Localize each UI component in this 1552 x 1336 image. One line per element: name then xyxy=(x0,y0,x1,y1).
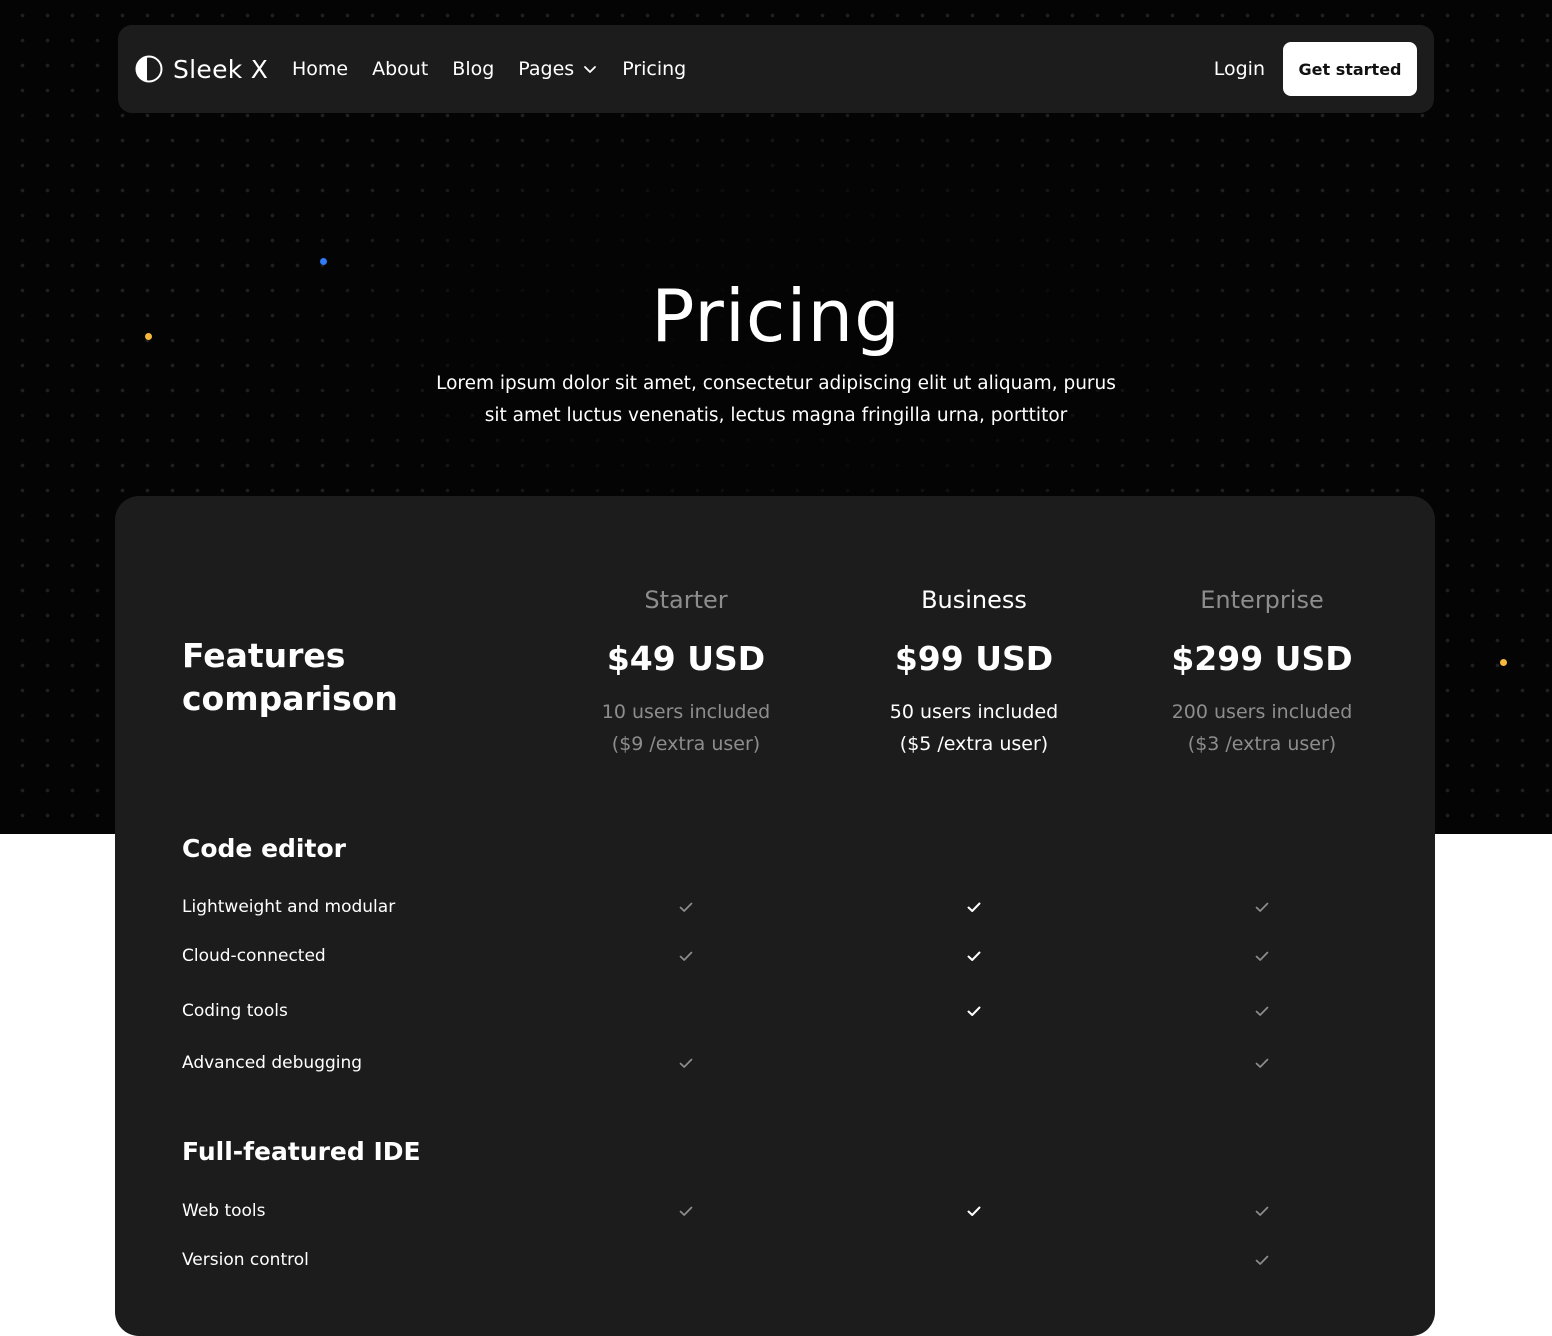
nav-link-pricing[interactable]: Pricing xyxy=(622,58,686,80)
feature-label: Version control xyxy=(182,1250,309,1270)
check-icon xyxy=(1255,1206,1269,1216)
plan-users-included: 200 users included xyxy=(1171,701,1353,723)
check-icon xyxy=(967,902,981,912)
section-title-full-featured-ide: Full-featured IDE xyxy=(182,1137,421,1166)
plan-column-enterprise: Enterprise $299 USD 200 users included (… xyxy=(1122,582,1402,760)
plan-name: Starter xyxy=(644,586,728,614)
feature-label: Web tools xyxy=(182,1201,266,1221)
check-icon xyxy=(967,1206,981,1216)
nav-link-home[interactable]: Home xyxy=(292,58,348,80)
check-icon xyxy=(679,1206,693,1216)
features-comparison-heading: Features comparison xyxy=(182,636,398,718)
login-link[interactable]: Login xyxy=(1214,58,1265,80)
nav-links: Home About Blog Pages Pricing xyxy=(292,25,710,113)
brand-logo-link[interactable]: Sleek X xyxy=(135,25,268,113)
check-icon xyxy=(1255,1255,1269,1265)
plan-users-included: 50 users included xyxy=(889,701,1059,723)
plan-price: $99 USD xyxy=(894,639,1054,678)
plan-extra-user-price: ($5 /extra user) xyxy=(899,733,1049,755)
nav-link-pages-label: Pages xyxy=(518,58,575,80)
plan-price: $299 USD xyxy=(1171,639,1353,678)
feature-label: Advanced debugging xyxy=(182,1053,363,1073)
check-icon xyxy=(679,902,693,912)
check-icon xyxy=(1255,902,1269,912)
feature-label: Coding tools xyxy=(182,1001,288,1021)
check-icon xyxy=(967,951,981,961)
nav-dropdown-pages[interactable]: Pages xyxy=(518,58,598,80)
plan-column-business: Business $99 USD 50 users included ($5 /… xyxy=(834,582,1114,760)
decorative-blue-dot xyxy=(320,258,327,265)
page-subtitle: Lorem ipsum dolor sit amet, consectetur … xyxy=(436,373,1116,426)
section-title-code-editor: Code editor xyxy=(182,834,346,863)
top-navbar: Sleek X Home About Blog Pages Pricing Lo… xyxy=(118,25,1434,113)
features-comparison-card: Features comparison Starter $49 USD 10 u… xyxy=(115,496,1435,1336)
check-icon xyxy=(967,1006,981,1016)
feature-label: Cloud-connected xyxy=(182,946,326,966)
plan-column-starter: Starter $49 USD 10 users included ($9 /e… xyxy=(546,582,826,760)
feature-row: Coding tools xyxy=(115,996,1435,1026)
plan-price: $49 USD xyxy=(606,639,766,678)
check-icon xyxy=(1255,1006,1269,1016)
check-icon xyxy=(1255,951,1269,961)
check-icon xyxy=(1255,1058,1269,1068)
plan-users-included: 10 users included xyxy=(601,701,771,723)
plan-extra-user-price: ($9 /extra user) xyxy=(611,733,761,755)
feature-row: Cloud-connected xyxy=(115,941,1435,971)
feature-row: Lightweight and modular xyxy=(115,892,1435,922)
nav-actions: Login Get started xyxy=(1214,25,1417,113)
check-icon xyxy=(679,951,693,961)
page-title: Pricing xyxy=(651,274,901,358)
check-icon xyxy=(679,1058,693,1068)
nav-link-blog[interactable]: Blog xyxy=(452,58,494,80)
plan-extra-user-price: ($3 /extra user) xyxy=(1187,733,1337,755)
chevron-down-icon xyxy=(584,66,597,73)
decorative-yellow-dot xyxy=(1500,659,1507,666)
plan-name: Enterprise xyxy=(1200,586,1324,614)
get-started-button[interactable]: Get started xyxy=(1283,42,1417,96)
feature-row: Web tools xyxy=(115,1196,1435,1226)
nav-link-about[interactable]: About xyxy=(372,58,428,80)
feature-row: Advanced debugging xyxy=(115,1048,1435,1078)
half-circle-logo-icon xyxy=(135,55,163,83)
feature-label: Lightweight and modular xyxy=(182,897,396,917)
brand-name: Sleek X xyxy=(173,54,269,84)
plan-name: Business xyxy=(921,586,1027,614)
feature-row: Version control xyxy=(115,1245,1435,1275)
